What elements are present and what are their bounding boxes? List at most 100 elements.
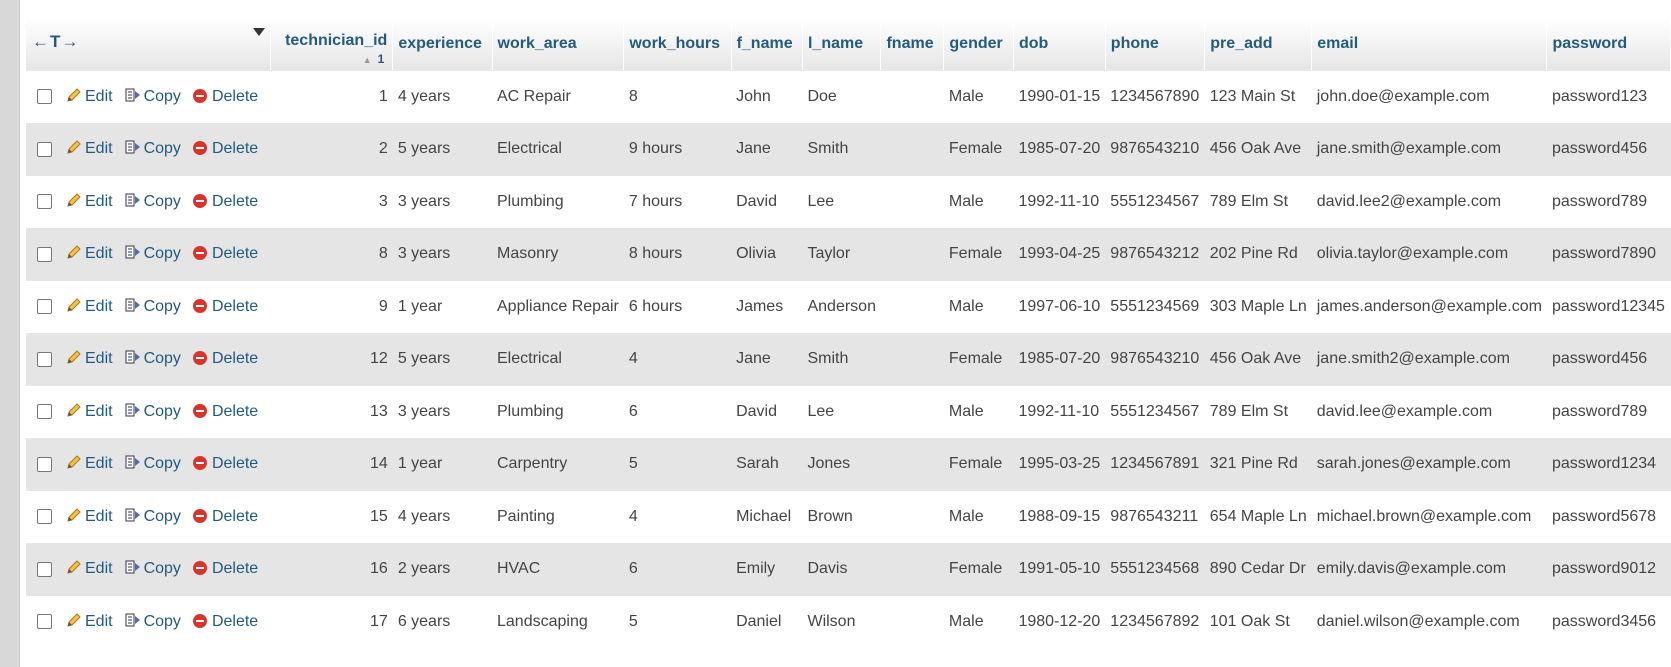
cell-technician-id[interactable]: 17 [270, 596, 392, 649]
cell-technician-id[interactable]: 12 [270, 333, 392, 386]
row-checkbox[interactable] [37, 141, 52, 157]
cell-gender[interactable]: Female [944, 228, 1014, 281]
cell-gender[interactable]: Male [944, 281, 1014, 334]
cell-work-hours[interactable]: 6 hours [624, 281, 731, 334]
cell-fname[interactable] [881, 176, 944, 229]
cell-password[interactable]: password123 [1547, 71, 1671, 124]
cell-work-hours[interactable]: 6 [624, 386, 731, 439]
cell-work-hours[interactable]: 6 [624, 543, 731, 596]
cell-experience[interactable]: 5 years [393, 333, 492, 386]
cell-experience[interactable]: 6 years [393, 596, 492, 649]
cell-dob[interactable]: 1985-07-20 [1013, 333, 1105, 386]
cell-dob[interactable]: 1980-12-20 [1013, 596, 1105, 649]
table-row[interactable]: Edit Copy Delete 14 1 year Carpentry 5 Sarah Jon… [26, 438, 1671, 491]
edit-link[interactable]: Edit [66, 403, 113, 420]
cell-l-name[interactable]: Davis [802, 543, 881, 596]
cell-work-hours[interactable]: 9 hours [624, 123, 731, 176]
delete-link[interactable]: Delete [192, 350, 258, 367]
table-row[interactable]: Edit Copy Delete 12 5 years Electrical 4 Jane Sm… [26, 333, 1671, 386]
edit-link[interactable]: Edit [66, 455, 113, 472]
cell-technician-id[interactable]: 1 [270, 71, 392, 124]
cell-f-name[interactable]: James [731, 281, 802, 334]
cell-fname[interactable] [881, 491, 944, 544]
cell-experience[interactable]: 4 years [393, 491, 492, 544]
cell-f-name[interactable]: Daniel [731, 596, 802, 649]
cell-fname[interactable] [881, 71, 944, 124]
cell-technician-id[interactable]: 15 [270, 491, 392, 544]
edit-link[interactable]: Edit [66, 560, 113, 577]
cell-dob[interactable]: 1990-01-15 [1013, 71, 1105, 124]
cell-phone[interactable]: 5551234568 [1105, 543, 1204, 596]
cell-work-area[interactable]: Plumbing [492, 176, 624, 229]
delete-link[interactable]: Delete [192, 88, 258, 105]
row-checkbox[interactable] [37, 404, 52, 420]
col-header-l-name[interactable]: l_name [802, 18, 882, 71]
delete-link[interactable]: Delete [192, 298, 258, 315]
cell-experience[interactable]: 3 years [393, 176, 492, 229]
cell-phone[interactable]: 5551234567 [1105, 176, 1204, 229]
cell-f-name[interactable]: Jane [731, 333, 802, 386]
cell-experience[interactable]: 4 years [393, 71, 492, 124]
cell-l-name[interactable]: Lee [802, 386, 881, 439]
copy-link[interactable]: Copy [125, 350, 181, 367]
table-row[interactable]: Edit Copy Delete 17 6 years Landscaping 5 Danie… [26, 595, 1671, 649]
delete-link[interactable]: Delete [192, 140, 258, 157]
cell-work-hours[interactable]: 7 hours [624, 176, 731, 229]
col-header-work-area[interactable]: work_area [492, 18, 625, 71]
cell-gender[interactable]: Female [944, 438, 1014, 491]
cell-f-name[interactable]: Michael [731, 491, 802, 544]
cell-l-name[interactable]: Wilson [802, 596, 881, 649]
delete-link[interactable]: Delete [192, 508, 258, 525]
row-checkbox[interactable] [37, 509, 52, 525]
cell-email[interactable]: michael.brown@example.com [1312, 491, 1547, 544]
cell-experience[interactable]: 5 years [393, 123, 492, 176]
copy-link[interactable]: Copy [125, 455, 181, 472]
copy-link[interactable]: Copy [125, 193, 181, 210]
table-row[interactable]: Edit Copy Delete 15 4 years Painting 4 Michael B… [26, 490, 1671, 544]
cell-gender[interactable]: Male [944, 386, 1014, 439]
cell-gender[interactable]: Male [944, 176, 1014, 229]
cell-phone[interactable]: 9876543211 [1105, 491, 1204, 544]
table-row[interactable]: Edit Copy Delete 13 3 years Plumbing 6 David Lee… [26, 385, 1671, 439]
cell-fname[interactable] [881, 123, 944, 176]
cell-technician-id[interactable]: 2 [270, 123, 392, 176]
cell-gender[interactable]: Female [944, 543, 1014, 596]
cell-phone[interactable]: 5551234567 [1105, 386, 1204, 439]
cell-phone[interactable]: 1234567891 [1105, 438, 1204, 491]
cell-pre-add[interactable]: 789 Elm St [1205, 176, 1312, 229]
cell-l-name[interactable]: Smith [802, 123, 881, 176]
cell-l-name[interactable]: Taylor [802, 228, 881, 281]
cell-dob[interactable]: 1988-09-15 [1013, 491, 1105, 544]
col-header-gender[interactable]: gender [943, 18, 1014, 71]
cell-fname[interactable] [881, 228, 944, 281]
cell-fname[interactable] [881, 438, 944, 491]
col-header-work-hours[interactable]: work_hours [623, 18, 732, 71]
table-row[interactable]: Edit Copy Delete 3 3 years Plumbing 7 hours Dav… [26, 175, 1671, 229]
cell-dob[interactable]: 1992-11-10 [1013, 386, 1105, 439]
cell-password[interactable]: password12345 [1547, 281, 1671, 334]
row-checkbox[interactable] [37, 456, 52, 472]
cell-f-name[interactable]: David [731, 176, 802, 229]
cell-password[interactable]: password3456 [1547, 596, 1671, 649]
copy-link[interactable]: Copy [125, 245, 181, 262]
cell-f-name[interactable]: Sarah [731, 438, 802, 491]
cell-phone[interactable]: 9876543210 [1105, 123, 1204, 176]
edit-link[interactable]: Edit [66, 245, 113, 262]
cell-password[interactable]: password5678 [1547, 491, 1671, 544]
cell-dob[interactable]: 1997-06-10 [1013, 281, 1105, 334]
cell-dob[interactable]: 1991-05-10 [1013, 543, 1105, 596]
cell-technician-id[interactable]: 9 [270, 281, 392, 334]
cell-technician-id[interactable]: 13 [270, 386, 392, 439]
cell-f-name[interactable]: Jane [731, 123, 802, 176]
cell-technician-id[interactable]: 3 [270, 176, 392, 229]
row-checkbox[interactable] [37, 89, 52, 105]
table-row[interactable]: Edit Copy Delete 1 4 years AC Repair 8 John Doe M… [26, 70, 1671, 124]
cell-pre-add[interactable]: 303 Maple Ln [1205, 281, 1312, 334]
row-checkbox[interactable] [37, 614, 52, 630]
cell-dob[interactable]: 1993-04-25 [1013, 228, 1105, 281]
cell-fname[interactable] [881, 281, 944, 334]
row-checkbox[interactable] [37, 299, 52, 315]
delete-link[interactable]: Delete [192, 613, 258, 630]
cell-gender[interactable]: Male [944, 71, 1014, 124]
cell-experience[interactable]: 3 years [393, 386, 492, 439]
